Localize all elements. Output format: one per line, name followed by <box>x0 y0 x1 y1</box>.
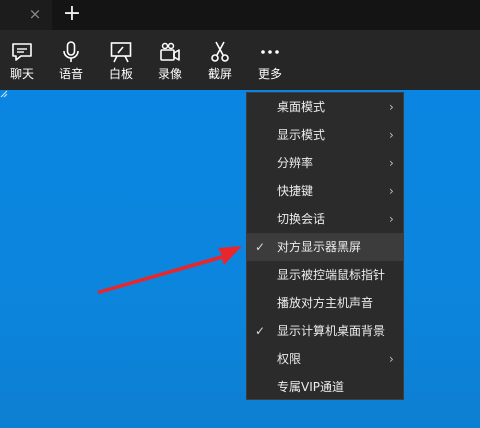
chevron-right-icon: › <box>389 128 394 142</box>
menu-item-label: 显示被控端鼠标指针 <box>277 268 386 282</box>
menu-item-label: 对方显示器黑屏 <box>277 240 362 254</box>
more-icon <box>261 50 279 54</box>
menu-item-label: 桌面模式 <box>277 100 326 114</box>
menu-item-permissions[interactable]: 权限 › <box>247 345 403 373</box>
whiteboard-label: 白板 <box>108 67 133 81</box>
toolbar: 聊天 语音 白板 录像 截屏 更多 <box>0 30 480 90</box>
whiteboard-button[interactable]: 白板 <box>99 30 143 90</box>
session-tab[interactable]: × <box>0 0 52 30</box>
chat-icon <box>12 43 32 61</box>
annotation-arrow <box>97 246 242 294</box>
resize-corner-icon <box>0 90 8 98</box>
chevron-right-icon: › <box>389 352 394 366</box>
chevron-right-icon: › <box>389 212 394 226</box>
menu-item-switch-session[interactable]: 切换会话 › <box>247 205 403 233</box>
new-tab-icon[interactable]: + <box>62 3 82 25</box>
menu-item-remote-screen-black[interactable]: ✓ 对方显示器黑屏 <box>247 233 403 261</box>
chevron-right-icon: › <box>389 100 394 114</box>
tab-bar: × + <box>0 0 480 30</box>
scissors-icon <box>211 41 229 62</box>
chat-label: 聊天 <box>9 67 34 81</box>
record-button[interactable]: 录像 <box>148 30 192 90</box>
chat-button[interactable]: 聊天 <box>0 30 44 90</box>
record-label: 录像 <box>157 67 182 81</box>
microphone-icon <box>63 41 79 62</box>
menu-item-label: 快捷键 <box>277 184 314 198</box>
chevron-right-icon: › <box>389 156 394 170</box>
menu-item-label: 显示模式 <box>277 128 326 142</box>
voice-label: 语音 <box>58 67 83 81</box>
chevron-right-icon: › <box>389 184 394 198</box>
voice-button[interactable]: 语音 <box>49 30 93 90</box>
menu-item-label: 专属VIP通道 <box>277 380 344 394</box>
check-icon: ✓ <box>255 324 266 338</box>
menu-item-play-remote-audio[interactable]: 播放对方主机声音 <box>247 289 403 317</box>
menu-item-desktop-mode[interactable]: 桌面模式 › <box>247 93 403 121</box>
menu-item-label: 权限 <box>277 352 302 366</box>
menu-item-vip-channel[interactable]: 专属VIP通道 <box>247 373 403 401</box>
video-camera-icon <box>160 42 180 61</box>
more-button[interactable]: 更多 <box>248 30 292 90</box>
menu-item-label: 播放对方主机声音 <box>277 296 374 310</box>
screenshot-label: 截屏 <box>207 67 232 81</box>
menu-item-shortcuts[interactable]: 快捷键 › <box>247 177 403 205</box>
screenshot-button[interactable]: 截屏 <box>198 30 242 90</box>
menu-item-label: 显示计算机桌面背景 <box>277 324 386 338</box>
check-icon: ✓ <box>255 240 266 254</box>
menu-item-resolution[interactable]: 分辨率 › <box>247 149 403 177</box>
close-icon[interactable]: × <box>27 5 43 23</box>
more-menu: 桌面模式 › 显示模式 › 分辨率 › 快捷键 › 切换会话 › ✓ 对方显示器… <box>246 92 404 400</box>
whiteboard-icon <box>110 42 132 63</box>
menu-item-show-wallpaper[interactable]: ✓ 显示计算机桌面背景 <box>247 317 403 345</box>
menu-item-label: 切换会话 <box>277 212 326 226</box>
more-label: 更多 <box>257 67 282 81</box>
menu-item-display-mode[interactable]: 显示模式 › <box>247 121 403 149</box>
menu-item-label: 分辨率 <box>277 156 314 170</box>
menu-item-show-remote-cursor[interactable]: 显示被控端鼠标指针 <box>247 261 403 289</box>
